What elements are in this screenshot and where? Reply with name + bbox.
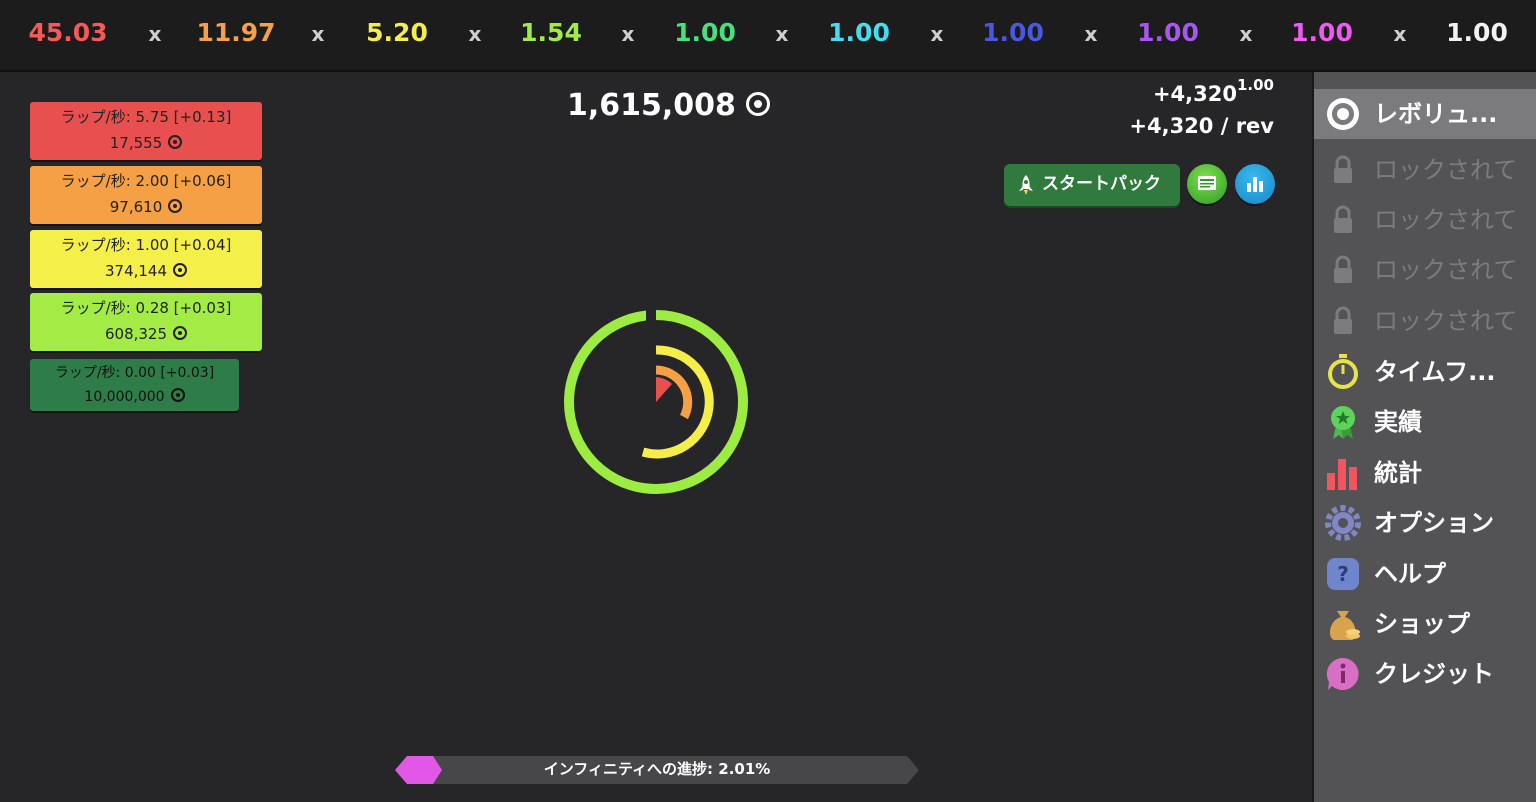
sidebar-item-help[interactable]: ? ヘルプ (1314, 549, 1536, 599)
generator-cost: 608,325 (104, 325, 168, 343)
bar-chart-icon (1327, 459, 1357, 490)
generator-rate: ラップ/秒: 0.00 [+0.03] (54, 365, 215, 381)
sidebar-item-time-flux[interactable]: タイムフ... (1314, 347, 1536, 397)
multiplier-value: 1.00 (1446, 18, 1508, 47)
sidebar-item-achievements[interactable]: 実績 (1314, 397, 1536, 447)
rocket-icon (1019, 175, 1033, 195)
sidebar-item-label: ロックされて (1374, 256, 1518, 284)
core-wedge (656, 377, 672, 402)
total-value: 1,615,008 (567, 88, 736, 123)
lock-icon (1334, 255, 1352, 283)
gear-icon (1325, 505, 1361, 541)
ring-gap (646, 302, 656, 342)
target-icon (1327, 98, 1359, 130)
sidebar-item-locked[interactable]: ロックされて (1314, 296, 1536, 346)
rate-exponent: 1.00 (1236, 76, 1274, 94)
multiplier-bar: 45.03 x 11.97 x 5.20 x 1.54 x 1.00 x 1.0… (0, 0, 1536, 72)
sidebar-item-label: レボリュ... (1374, 100, 1498, 128)
sidebar-item-label: 統計 (1374, 459, 1422, 487)
multiplier-value: 1.00 (1291, 18, 1353, 47)
sidebar-item-locked[interactable]: ロックされて (1314, 245, 1536, 295)
progress-label: インフィニティへの進捗: 2.01% (543, 760, 771, 778)
sidebar-item-credits[interactable]: クレジット (1314, 649, 1536, 699)
svg-text:?: ? (1337, 562, 1349, 586)
generator-card-2[interactable]: ラップ/秒: 2.00 [+0.06] 97,610 (30, 166, 262, 224)
generator-card-3[interactable]: ラップ/秒: 1.00 [+0.04] 374,144 (30, 230, 262, 288)
sidebar-item-label: 実績 (1374, 408, 1422, 436)
bar-chart-icon (1247, 177, 1263, 192)
sidebar-item-revolution[interactable]: レボリュ... (1314, 89, 1536, 139)
coin-icon (168, 199, 183, 213)
stopwatch-icon (1328, 354, 1358, 389)
sidebar-item-label: クレジット (1374, 660, 1494, 688)
multiplier-separator: x (148, 22, 162, 46)
multiplier-value: 5.20 (366, 18, 428, 47)
multiplier-value: 1.00 (982, 18, 1044, 47)
money-bag-icon (1329, 611, 1360, 640)
multiplier-separator: x (311, 22, 325, 46)
sidebar-item-label: ロックされて (1374, 156, 1518, 184)
sidebar: レボリュ... ロックされて ロックされて ロックされて ロックされて タイムフ… (1312, 72, 1536, 802)
generator-rate: ラップ/秒: 2.00 [+0.06] (60, 172, 232, 190)
generator-card-1[interactable]: ラップ/秒: 5.75 [+0.13] 17,555 (30, 102, 262, 160)
coin-icon (168, 135, 183, 149)
multiplier-value: 1.00 (1137, 18, 1199, 47)
revolution-ring[interactable] (556, 302, 756, 502)
coin-icon (745, 92, 770, 116)
sidebar-item-label: ロックされて (1374, 206, 1518, 234)
help-icon: ? (1327, 558, 1359, 590)
multiplier-value: 45.03 (28, 18, 108, 47)
generator-cost: 17,555 (109, 134, 163, 152)
multiplier-value: 1.00 (828, 18, 890, 47)
sidebar-item-label: タイムフ... (1374, 358, 1496, 386)
multiplier-separator: x (1239, 22, 1253, 46)
lock-icon (1334, 155, 1352, 183)
generator-card-5[interactable]: ラップ/秒: 0.00 [+0.03] 10,000,000 (30, 359, 239, 411)
sidebar-item-shop[interactable]: ショップ (1314, 599, 1536, 649)
multiplier-value: 11.97 (196, 18, 276, 47)
multiplier-separator: x (1393, 22, 1407, 46)
starter-pack-button[interactable]: スタートパック (1004, 164, 1180, 206)
multiplier-separator: x (930, 22, 944, 46)
sidebar-item-label: オプション (1374, 509, 1494, 537)
medal-icon (1331, 406, 1355, 439)
leaderboard-button[interactable] (1235, 164, 1275, 204)
multiplier-separator: x (468, 22, 482, 46)
sidebar-item-label: ヘルプ (1374, 560, 1446, 588)
generator-rate: ラップ/秒: 0.28 [+0.03] (60, 299, 232, 317)
rate-per-click: +4,3201.00 (1152, 76, 1274, 106)
generator-cost: 10,000,000 (84, 389, 165, 405)
lock-icon (1334, 306, 1352, 334)
sidebar-item-statistics[interactable]: 統計 (1314, 448, 1536, 498)
generator-cost: 374,144 (104, 262, 168, 280)
generator-rate: ラップ/秒: 1.00 [+0.04] (60, 236, 232, 254)
multiplier-value: 1.54 (520, 18, 582, 47)
sidebar-item-options[interactable]: オプション (1314, 498, 1536, 548)
sidebar-item-locked[interactable]: ロックされて (1314, 145, 1536, 195)
coin-icon (173, 263, 188, 277)
generator-cost: 97,610 (109, 198, 163, 216)
lock-icon (1334, 205, 1352, 233)
news-button[interactable] (1187, 164, 1227, 204)
coin-icon (173, 326, 188, 340)
sidebar-item-label: ショップ (1374, 610, 1470, 638)
info-icon (1326, 657, 1359, 690)
multiplier-separator: x (621, 22, 635, 46)
multiplier-value: 1.00 (674, 18, 736, 47)
multiplier-separator: x (775, 22, 789, 46)
sidebar-item-locked[interactable]: ロックされて (1314, 195, 1536, 245)
sidebar-item-label: ロックされて (1374, 307, 1518, 335)
rate-per-click-value: +4,320 (1152, 82, 1237, 106)
starter-pack-label: スタートパック (1042, 174, 1161, 194)
total-currency: 1,615,008 (567, 88, 770, 123)
generator-rate: ラップ/秒: 5.75 [+0.13] (60, 108, 232, 126)
generator-card-4[interactable]: ラップ/秒: 0.28 [+0.03] 608,325 (30, 293, 262, 351)
newspaper-icon (1198, 176, 1216, 190)
coin-icon (170, 388, 185, 402)
rate-per-rev: +4,320 / rev (1129, 114, 1274, 138)
multiplier-separator: x (1084, 22, 1098, 46)
middle-ring (641, 345, 714, 459)
